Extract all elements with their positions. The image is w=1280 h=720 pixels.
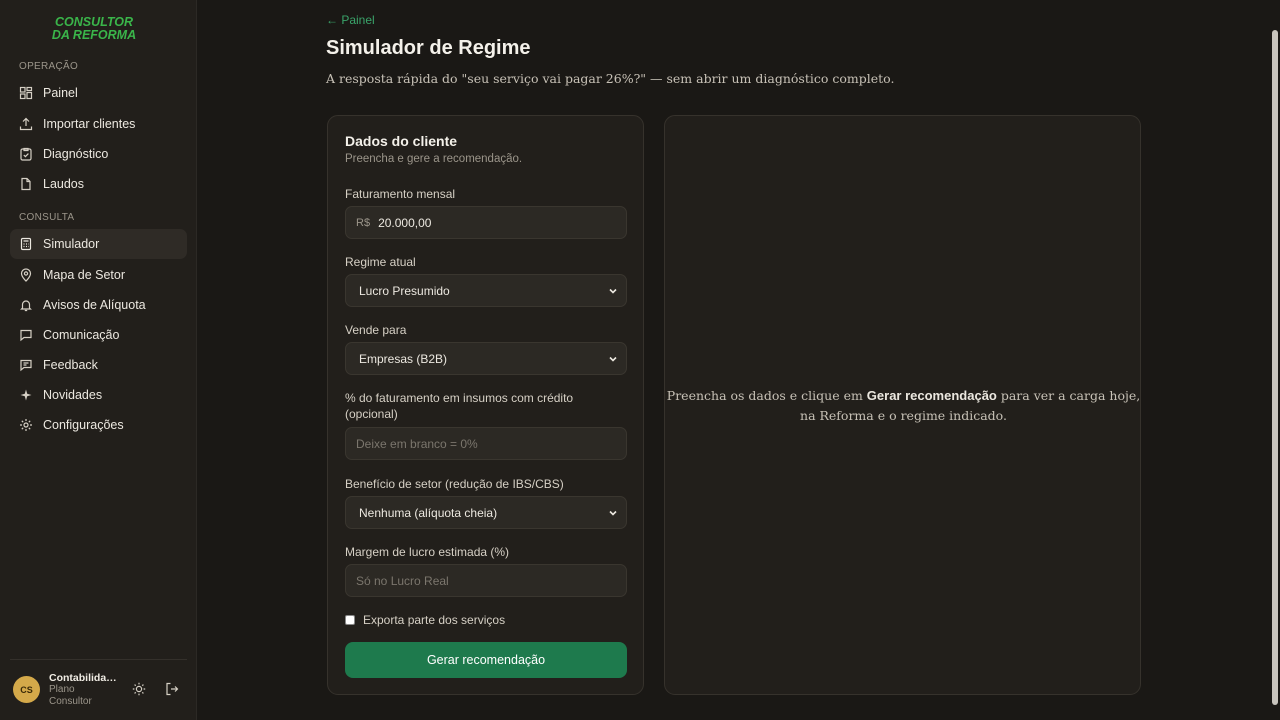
sparkle-icon bbox=[20, 389, 32, 401]
vende-value: Empresas (B2B) bbox=[359, 351, 448, 366]
svg-text:CONSULTOR: CONSULTOR bbox=[55, 15, 133, 29]
sidebar-item-label: Configurações bbox=[43, 418, 124, 432]
gear-icon bbox=[20, 419, 32, 431]
sidebar-item-label: Avisos de Alíquota bbox=[43, 298, 146, 312]
sidebar-item-simulador[interactable]: Simulador bbox=[10, 229, 187, 259]
bell-icon bbox=[20, 300, 32, 312]
vende-label: Vende para bbox=[345, 323, 407, 337]
sidebar-item-importar-clientes[interactable]: Importar clientes bbox=[10, 109, 187, 139]
faturamento-label: Faturamento mensal bbox=[345, 187, 456, 201]
sidebar-item-painel[interactable]: Painel bbox=[10, 78, 187, 108]
logout-icon[interactable] bbox=[164, 681, 180, 697]
chevron-down-icon bbox=[609, 356, 617, 362]
upload-icon bbox=[19, 117, 33, 131]
regime-label: Regime atual bbox=[345, 255, 416, 269]
map-pin-icon bbox=[20, 268, 32, 282]
page-scrollbar[interactable] bbox=[1270, 0, 1280, 720]
clipboard-check-icon bbox=[20, 147, 32, 161]
sidebar-item-label: Mapa de Setor bbox=[43, 268, 125, 282]
regime-value: Lucro Presumido bbox=[359, 283, 450, 298]
beneficio-select[interactable]: Nenhuma (alíquota cheia) bbox=[345, 496, 627, 529]
regime-select[interactable]: Lucro Presumido bbox=[345, 274, 627, 307]
faturamento-value: 20.000,00 bbox=[378, 215, 432, 230]
chevron-down-icon bbox=[609, 510, 617, 516]
exporta-label: Exporta parte dos serviços bbox=[363, 613, 506, 627]
feedback-icon bbox=[20, 359, 32, 372]
currency-prefix: R$ bbox=[356, 216, 371, 229]
theme-toggle-sun-icon[interactable] bbox=[131, 681, 147, 697]
beneficio-value: Nenhuma (alíquota cheia) bbox=[359, 505, 498, 520]
message-icon bbox=[20, 329, 32, 342]
calculator-icon bbox=[20, 237, 32, 251]
sidebar-item-configuracoes[interactable]: Configurações bbox=[10, 410, 187, 440]
svg-text:DA REFORMA: DA REFORMA bbox=[52, 28, 136, 42]
scrollbar-thumb[interactable] bbox=[1272, 30, 1278, 705]
sidebar-item-label: Comunicação bbox=[43, 328, 120, 342]
sidebar-item-label: Importar clientes bbox=[43, 117, 136, 131]
sidebar-item-avisos-de-aliquota[interactable]: Avisos de Alíquota bbox=[10, 290, 187, 320]
user-name: Contabilidade Silva bbox=[49, 672, 119, 684]
user-plan: Plano Consultor bbox=[49, 684, 92, 707]
vende-select[interactable]: Empresas (B2B) bbox=[345, 342, 627, 375]
empty-state-text-start: Preencha os dados e clique em bbox=[666, 388, 867, 403]
faturamento-input[interactable]: R$ 20.000,00 bbox=[345, 206, 627, 239]
empty-state-text-bold: Gerar recomendação bbox=[866, 388, 997, 403]
sidebar-item-label: Feedback bbox=[43, 358, 98, 372]
avatar[interactable]: CS bbox=[13, 676, 40, 703]
margem-label: Margem de lucro estimada (%) bbox=[345, 545, 510, 559]
card-subtitle: Preencha e gere a recomendação. bbox=[345, 153, 523, 165]
insumos-label: % do faturamento em insumos com crédito … bbox=[345, 391, 574, 421]
insumos-placeholder: Deixe em branco = 0% bbox=[356, 436, 478, 451]
empty-state-message: Preencha os dados e clique em Gerar reco… bbox=[665, 386, 1142, 426]
insumos-input[interactable]: Deixe em branco = 0% bbox=[345, 427, 627, 460]
sidebar-item-label: Painel bbox=[43, 86, 78, 100]
sidebar-item-mapa-de-setor[interactable]: Mapa de Setor bbox=[10, 260, 187, 290]
result-panel: Preencha os dados e clique em Gerar reco… bbox=[664, 115, 1141, 695]
file-icon bbox=[21, 177, 31, 191]
brand-logo[interactable]: CONSULTOR DA REFORMA bbox=[48, 14, 140, 42]
sidebar-item-novidades[interactable]: Novidades bbox=[10, 380, 187, 410]
grid-icon bbox=[19, 86, 33, 100]
section-label-operacao: OPERAÇÃO bbox=[19, 61, 79, 72]
section-label-consulta: CONSULTA bbox=[19, 212, 75, 223]
margem-placeholder: Só no Lucro Real bbox=[356, 573, 449, 588]
card-title: Dados do cliente bbox=[345, 133, 458, 149]
page-title: Simulador de Regime bbox=[326, 37, 531, 59]
sidebar-item-comunicacao[interactable]: Comunicação bbox=[10, 320, 187, 350]
sidebar-item-diagnostico[interactable]: Diagnóstico bbox=[10, 139, 187, 169]
sidebar-item-label: Diagnóstico bbox=[43, 147, 109, 161]
exporta-row: Exporta parte dos serviços bbox=[345, 613, 505, 627]
sidebar: CONSULTOR DA REFORMA OPERAÇÃO Painel Imp… bbox=[0, 0, 197, 720]
back-link-painel[interactable]: ← Painel bbox=[326, 13, 375, 27]
sidebar-item-label: Laudos bbox=[43, 177, 85, 191]
client-data-card: Dados do cliente Preencha e gere a recom… bbox=[327, 115, 644, 695]
sidebar-item-label: Simulador bbox=[43, 237, 100, 251]
sidebar-item-laudos[interactable]: Laudos bbox=[10, 169, 187, 199]
page-subtitle: A resposta rápida do "seu serviço vai pa… bbox=[326, 71, 895, 86]
exporta-checkbox[interactable] bbox=[345, 615, 355, 625]
chevron-down-icon bbox=[609, 288, 617, 294]
user-panel: CS Contabilidade Silva Plano Consultor bbox=[10, 659, 187, 720]
sidebar-item-feedback[interactable]: Feedback bbox=[10, 350, 187, 380]
beneficio-label: Benefício de setor (redução de IBS/CBS) bbox=[345, 477, 564, 491]
generate-recommendation-button[interactable]: Gerar recomendação bbox=[345, 642, 627, 678]
sidebar-item-label: Novidades bbox=[43, 388, 103, 402]
margem-input[interactable]: Só no Lucro Real bbox=[345, 564, 627, 597]
